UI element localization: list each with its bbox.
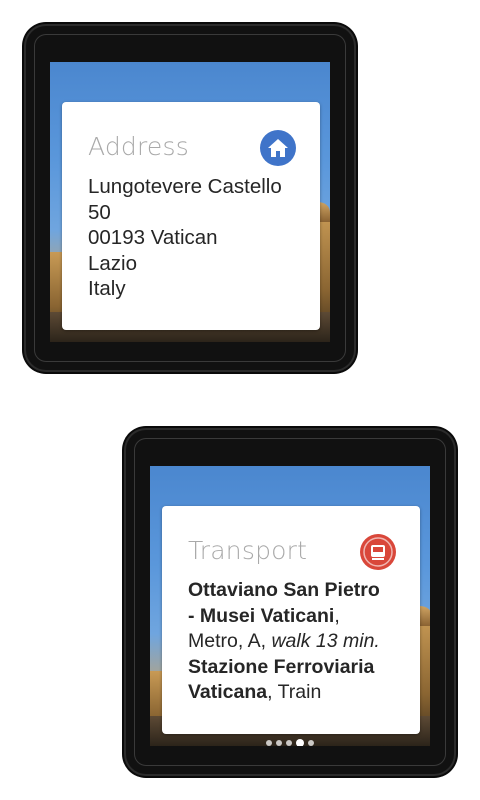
station-name: - Musei Vaticani: [188, 604, 335, 627]
watch-screens-canvas: Address Lungotevere Castello 50 00193 Va…: [0, 0, 480, 800]
address-line: 50: [88, 200, 111, 224]
line-details: , Train: [267, 681, 322, 703]
transport-entry-details: Metro, A, walk 13 min.: [188, 629, 406, 655]
transport-entry-name: Vaticana, Train: [188, 680, 406, 706]
separator: ,: [334, 604, 340, 627]
address-line: 00193 Vatican: [88, 226, 218, 249]
card-title: Address: [88, 132, 189, 161]
page-dot: [286, 739, 292, 746]
station-name: Stazione Ferroviaria: [188, 655, 375, 678]
train-icon: [360, 534, 396, 570]
address-line: Lungotevere Castello: [88, 175, 282, 198]
page-dot: [276, 739, 282, 746]
transport-entry-name: Ottaviano San Pietro: [188, 578, 406, 604]
page-dot-active: [296, 738, 304, 746]
card-title: Transport: [188, 536, 308, 565]
transport-entry-name: Stazione Ferroviaria: [188, 655, 406, 681]
home-icon: [260, 130, 296, 166]
page-dot: [308, 739, 314, 746]
station-name: Ottaviano San Pietro: [188, 579, 380, 601]
address-line: Lazio: [88, 251, 138, 275]
watch-screen: Transport Ottaviano San Pietro - Musei V…: [150, 466, 430, 746]
transport-entry-name: - Musei Vaticani,: [188, 604, 406, 630]
address-card[interactable]: Address Lungotevere Castello 50 00193 Va…: [62, 102, 320, 330]
line-details: Metro, A,: [188, 630, 267, 652]
address-line: Italy: [88, 277, 126, 300]
transport-entries: Ottaviano San Pietro - Musei Vaticani, M…: [188, 578, 406, 706]
transport-card[interactable]: Transport Ottaviano San Pietro - Musei V…: [162, 506, 420, 734]
watch-screen: Address Lungotevere Castello 50 00193 Va…: [50, 62, 330, 342]
page-indicator: [150, 732, 430, 746]
address-lines: Lungotevere Castello 50 00193 Vatican La…: [88, 174, 306, 302]
station-name: Vaticana: [188, 681, 268, 703]
page-dot: [266, 739, 272, 746]
walk-time: walk 13 min.: [271, 630, 380, 652]
watch-transport: Transport Ottaviano San Pietro - Musei V…: [124, 428, 456, 776]
watch-address: Address Lungotevere Castello 50 00193 Va…: [24, 24, 356, 372]
